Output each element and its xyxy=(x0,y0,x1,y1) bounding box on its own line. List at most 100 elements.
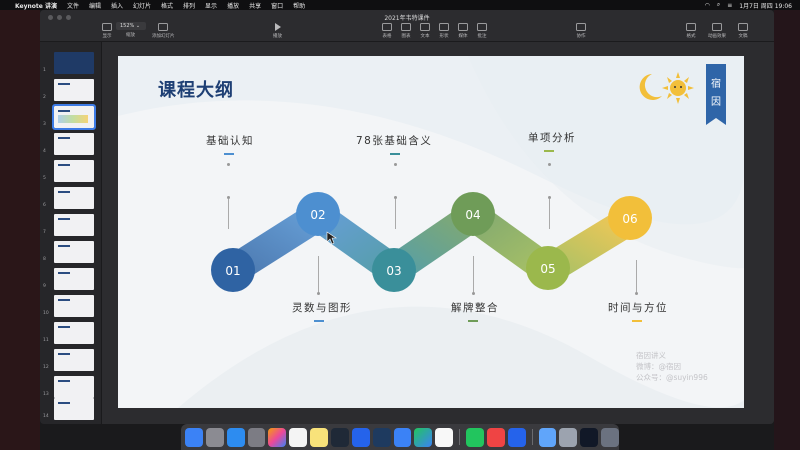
app-store-icon[interactable] xyxy=(351,427,370,447)
sidebar-icon xyxy=(102,23,112,31)
shape-icon xyxy=(439,23,449,31)
notes-icon[interactable] xyxy=(310,427,329,447)
menu-bar: Keynote 讲演 文件 编辑 插入 幻灯片 格式 排列 显示 播放 共享 窗… xyxy=(0,0,800,10)
zoom-label: 缩放 xyxy=(126,33,135,38)
xcode-icon[interactable] xyxy=(372,427,391,447)
menu-app-name[interactable]: Keynote 讲演 xyxy=(15,1,57,10)
text-button[interactable]: 文本 xyxy=(420,23,430,39)
chevron-down-icon: ⌄ xyxy=(134,23,141,29)
menu-edit[interactable]: 编辑 xyxy=(89,1,101,10)
dock-separator xyxy=(459,429,461,445)
menu-window[interactable]: 窗口 xyxy=(271,1,283,10)
slide-thumbnail[interactable] xyxy=(54,160,94,182)
clock-text[interactable]: 1月7日 周四 19:06 xyxy=(739,1,792,10)
photos-icon[interactable] xyxy=(268,427,287,447)
slide-number: 11 xyxy=(43,338,49,343)
calendar-icon[interactable] xyxy=(289,427,308,447)
slide[interactable]: 课程大纲 宿 因 基础认知 78张基础含义 单项分析 灵数与图形 解牌整合 时间… xyxy=(118,56,744,408)
menu-share[interactable]: 共享 xyxy=(249,1,261,10)
animate-button[interactable]: 动画效果 xyxy=(708,23,726,39)
slide-number: 2 xyxy=(43,95,46,100)
keynote-window: 2021年韦特课件 显示 152% ⌄ 缩放 添加幻灯片 播放 表格 图表 文本… xyxy=(40,10,774,424)
wps-icon[interactable] xyxy=(486,427,505,447)
add-slide-icon xyxy=(158,23,169,31)
node-02[interactable]: 02 xyxy=(296,192,340,236)
node-06[interactable]: 06 xyxy=(608,196,652,240)
animate-icon xyxy=(712,23,722,31)
feishu-icon[interactable] xyxy=(507,427,526,447)
node-05[interactable]: 05 xyxy=(526,246,570,290)
mouse-cursor-icon xyxy=(326,231,337,245)
media-button[interactable]: 媒体 xyxy=(458,23,468,39)
comment-button[interactable]: 批注 xyxy=(477,23,487,39)
slide-thumbnail[interactable] xyxy=(54,133,94,155)
zoom-select[interactable]: 152% ⌄ xyxy=(116,22,146,30)
toolbar: 2021年韦特课件 显示 152% ⌄ 缩放 添加幻灯片 播放 表格 图表 文本… xyxy=(40,10,774,42)
media-icon xyxy=(458,23,468,31)
slide-thumbnail[interactable] xyxy=(54,214,94,236)
svg-text:03: 03 xyxy=(386,264,401,278)
launchpad-icon[interactable] xyxy=(205,427,224,447)
menu-play[interactable]: 播放 xyxy=(227,1,239,10)
node-01[interactable]: 01 xyxy=(211,248,255,292)
menu-slide[interactable]: 幻灯片 xyxy=(133,1,151,10)
slide-number: 8 xyxy=(43,257,46,262)
slide-thumbnail-selected[interactable] xyxy=(52,104,96,130)
slide-number: 3 xyxy=(43,122,46,127)
slide-thumbnail[interactable] xyxy=(54,322,94,344)
table-icon xyxy=(382,23,392,31)
slide-thumbnail[interactable] xyxy=(54,398,94,420)
preview-icon[interactable] xyxy=(559,427,578,447)
node-03[interactable]: 03 xyxy=(372,248,416,292)
svg-text:06: 06 xyxy=(622,212,637,226)
format-button[interactable]: 格式 xyxy=(686,23,696,39)
control-center-icon[interactable]: ≡ xyxy=(727,2,732,9)
text-icon xyxy=(420,23,430,31)
slide-thumbnail[interactable] xyxy=(54,52,94,74)
trash-icon[interactable] xyxy=(601,427,620,447)
slide-thumbnail[interactable] xyxy=(54,349,94,371)
window-thumbnail-icon[interactable] xyxy=(580,427,599,447)
play-button[interactable]: 播放 xyxy=(273,23,282,39)
svg-text:01: 01 xyxy=(225,264,240,278)
chart-icon xyxy=(401,23,411,31)
slide-number: 4 xyxy=(43,149,46,154)
comment-icon xyxy=(477,23,487,31)
menu-format[interactable]: 格式 xyxy=(161,1,173,10)
table-button[interactable]: 表格 xyxy=(382,23,392,39)
keynote-icon[interactable] xyxy=(393,427,412,447)
slide-number: 10 xyxy=(43,311,49,316)
play-icon xyxy=(274,23,281,31)
collaborate-button[interactable]: 协作 xyxy=(576,23,586,39)
menu-arrange[interactable]: 排列 xyxy=(183,1,195,10)
document-button[interactable]: 文稿 xyxy=(738,23,748,39)
terminal-icon[interactable] xyxy=(331,427,349,447)
wechat-icon[interactable] xyxy=(466,427,484,447)
folder-icon[interactable] xyxy=(538,427,557,447)
menu-file[interactable]: 文件 xyxy=(67,1,79,10)
slide-thumbnail[interactable] xyxy=(54,187,94,209)
dock xyxy=(181,424,620,450)
slide-thumbnail[interactable] xyxy=(54,241,94,263)
safari-icon[interactable] xyxy=(226,427,245,447)
menu-view[interactable]: 显示 xyxy=(205,1,217,10)
numbers-icon[interactable] xyxy=(414,427,433,447)
chart-button[interactable]: 图表 xyxy=(401,23,411,39)
menu-insert[interactable]: 插入 xyxy=(111,1,123,10)
slide-thumbnail[interactable] xyxy=(54,376,94,398)
menu-help[interactable]: 帮助 xyxy=(293,1,305,10)
wifi-icon[interactable]: ◠ xyxy=(705,2,710,9)
finder-icon[interactable] xyxy=(185,427,203,447)
slide-number: 6 xyxy=(43,203,46,208)
slide-thumbnail[interactable] xyxy=(54,268,94,290)
search-icon[interactable]: ⌕ xyxy=(717,1,720,9)
slide-thumbnail[interactable] xyxy=(54,295,94,317)
chrome-icon[interactable] xyxy=(435,427,454,447)
node-04[interactable]: 04 xyxy=(451,192,495,236)
add-slide-button[interactable]: 添加幻灯片 xyxy=(152,23,175,39)
svg-text:02: 02 xyxy=(310,208,325,222)
shape-button[interactable]: 形状 xyxy=(439,23,449,39)
view-button[interactable]: 显示 xyxy=(102,23,112,39)
settings-icon[interactable] xyxy=(247,427,266,447)
slide-thumbnail[interactable] xyxy=(54,79,94,101)
